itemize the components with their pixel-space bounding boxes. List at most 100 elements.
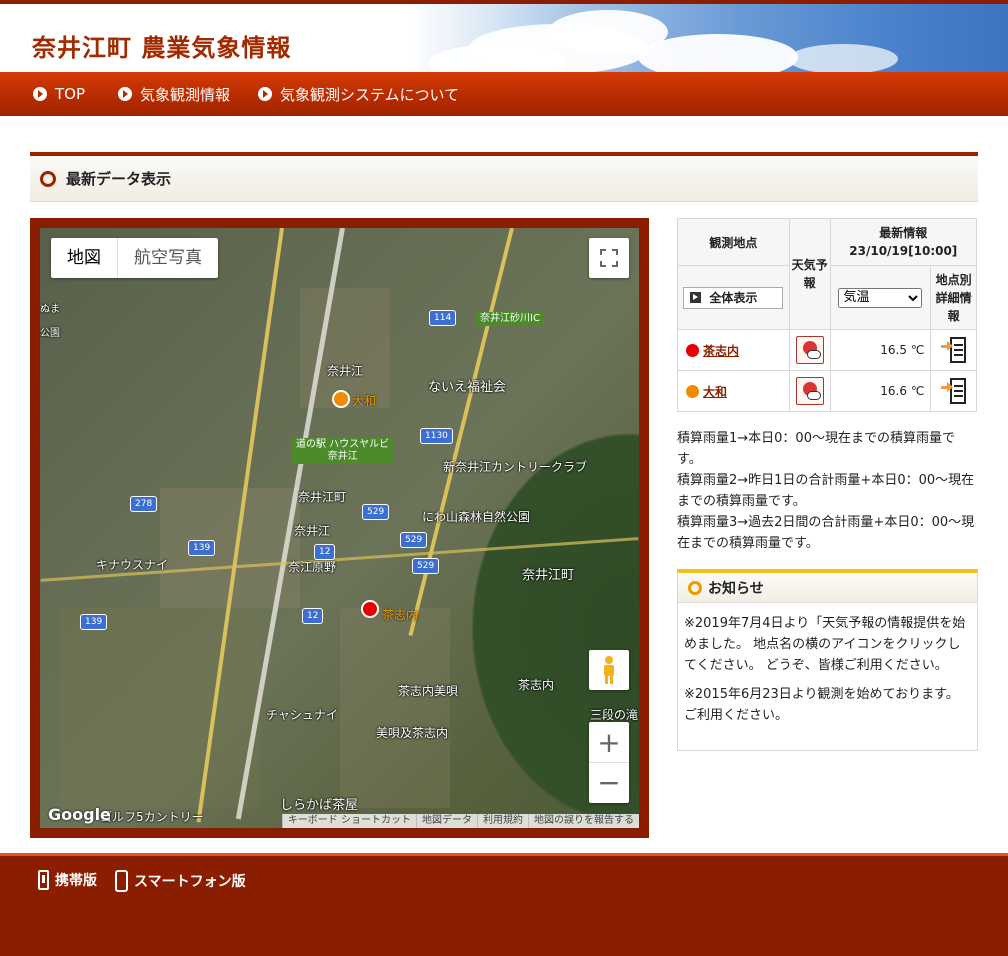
forecast-cell (788, 370, 831, 412)
map-label: 奈井江町 (522, 568, 575, 583)
station-cell: 大和 (677, 370, 790, 412)
map-label: 奈井江 (294, 524, 331, 538)
map-label: ぬま (40, 304, 60, 315)
ring-icon (40, 170, 56, 187)
route-shield: 12 (314, 544, 336, 560)
route-shield: 1130 (420, 428, 453, 444)
zoom-control: + − (589, 722, 629, 803)
pin-label: 茶志内 (382, 608, 419, 622)
value-cell: 16.6 ℃ (829, 370, 932, 412)
map-label: 美唄及茶志内 (376, 726, 449, 740)
news-item: ※2015年6月23日より観測を始めております。 ご利用ください。 (684, 687, 959, 723)
table-row: 茶志内 16.5 ℃ (677, 329, 977, 371)
section-heading: 最新データ表示 (30, 152, 978, 202)
map-label: 三段の滝 (590, 708, 639, 722)
sun-cloud-icon[interactable] (795, 377, 824, 405)
map-label: チャシュナイ (266, 708, 338, 722)
map-label: ないえ福祉会 (428, 380, 507, 395)
fullscreen-icon (600, 249, 618, 267)
pin-label: 大和 (352, 394, 377, 408)
detail-document-icon[interactable] (940, 336, 967, 364)
map-type-control: 地図 航空写真 (51, 238, 218, 278)
map-label: 公園 (40, 328, 60, 339)
map-data-link[interactable]: 地図データ (416, 814, 477, 828)
map-view[interactable]: ぬま 公園 奈井江 ないえ福祉会 道の駅 ハウスヤルビ 奈井江 新奈井江カントリ… (40, 228, 639, 828)
site-header: 奈井江町 農業気象情報 (0, 0, 1008, 72)
report-error-link[interactable]: 地図の誤りを報告する (528, 814, 639, 828)
station-pin-chashinai[interactable] (361, 600, 379, 618)
arrow-right-icon (33, 87, 47, 101)
mobile-phone-icon (38, 870, 49, 890)
show-all-button[interactable]: 全体表示 (683, 286, 784, 309)
map-label: 新奈井江カントリークラブ (443, 460, 588, 474)
map-attribution: キーボード ショートカット 地図データ 利用規約 地図の誤りを報告する (281, 814, 639, 828)
map-label: 奈井江 (327, 364, 364, 378)
arrow-right-icon (258, 87, 272, 101)
keyboard-shortcuts-link[interactable]: キーボード ショートカット (281, 814, 416, 828)
station-cell: 茶志内 (677, 329, 790, 371)
zoom-out-button[interactable]: − (589, 763, 629, 803)
station-pin-yamato[interactable] (332, 390, 350, 408)
element-select[interactable]: 気温 (838, 287, 923, 308)
map-label-michinoeki: 道の駅 ハウスヤルビ 奈井江 (292, 438, 394, 464)
street-view-button[interactable] (589, 650, 629, 690)
zoom-in-button[interactable]: + (589, 723, 629, 763)
site-footer: 携帯版 スマートフォン版 (0, 853, 1008, 956)
route-shield: 278 (130, 496, 158, 512)
map-label: 茶志内 (518, 678, 555, 692)
note-1: 積算雨量1→本日0：00〜現在までの積算雨量です。 (677, 431, 955, 467)
google-logo: Google (48, 805, 111, 824)
route-shield: 529 (412, 558, 440, 574)
select-cell: 気温 (829, 265, 932, 330)
note-2: 積算雨量2→昨日1日の合計雨量+本日0：00〜現在までの積算雨量です。 (677, 473, 975, 509)
detail-cell (930, 329, 977, 371)
table-row: 大和 16.6 ℃ (677, 370, 977, 412)
news-item: ※2019年7月4日より「天気予報の情報提供を始めました。 地点名の横のアイコン… (684, 616, 966, 673)
nav-about-system[interactable]: 気象観測システムについて (258, 72, 459, 116)
station-link-yamato[interactable]: 大和 (703, 385, 727, 399)
site-title: 奈井江町 農業気象情報 (32, 34, 292, 62)
map-label: しらかば茶屋 (280, 798, 359, 813)
map-frame: ぬま 公園 奈井江 ないえ福祉会 道の駅 ハウスヤルビ 奈井江 新奈井江カントリ… (30, 218, 649, 838)
terms-link[interactable]: 利用規約 (477, 814, 528, 828)
nav-top[interactable]: TOP (33, 72, 85, 116)
map-label: にわ山森林自然公園 (422, 510, 531, 524)
nav-observation[interactable]: 気象観測情報 (118, 72, 230, 116)
map-type-map-button[interactable]: 地図 (51, 238, 117, 278)
detail-cell (930, 370, 977, 412)
value-cell: 16.5 ℃ (829, 329, 932, 371)
smartphone-icon (115, 870, 128, 892)
main-nav: TOP 気象観測情報 気象観測システムについて (0, 72, 1008, 116)
news-header: お知らせ (678, 573, 977, 603)
col-latest-header: 最新情報 23/10/19[10:00] (829, 218, 978, 266)
station-link-chashinai[interactable]: 茶志内 (703, 344, 739, 358)
station-dot (686, 384, 699, 398)
map-type-satellite-button[interactable]: 航空写真 (117, 238, 218, 278)
show-all-cell: 全体表示 (677, 265, 790, 330)
mobile-version-link[interactable]: 携帯版 (38, 870, 97, 890)
route-shield: 529 (400, 532, 428, 548)
map-label: 奈江原野 (288, 560, 337, 574)
note-3: 積算雨量3→過去2日間の合計雨量+本日0：00〜現在までの積算雨量です。 (677, 515, 975, 551)
news-title: お知らせ (708, 580, 764, 597)
news-box: お知らせ ※2019年7月4日より「天気予報の情報提供を始めました。 地点名の横… (677, 569, 978, 751)
pegman-icon (604, 656, 614, 684)
ring-icon (688, 580, 702, 595)
col-forecast-header: 天気予報 (788, 218, 831, 330)
latest-timestamp: 23/10/19[10:00] (849, 244, 958, 258)
station-dot (686, 343, 699, 357)
route-shield: 114 (429, 310, 457, 326)
fullscreen-button[interactable] (589, 238, 629, 278)
route-shield: 529 (362, 504, 390, 520)
sky-banner (408, 4, 1008, 72)
col-detail-header: 地点別詳細情報 (930, 265, 977, 330)
rainfall-notes: 積算雨量1→本日0：00〜現在までの積算雨量です。 積算雨量2→昨日1日の合計雨… (677, 428, 977, 554)
map-label: 茶志内美唄 (398, 684, 459, 698)
sun-cloud-icon[interactable] (795, 336, 824, 364)
detail-document-icon[interactable] (940, 377, 967, 405)
smartphone-version-link[interactable]: スマートフォン版 (115, 870, 246, 892)
play-icon (690, 292, 702, 303)
route-shield: 139 (80, 614, 108, 630)
col-station-header: 観測地点 (677, 218, 790, 266)
map-label: 奈井江町 (298, 490, 347, 504)
